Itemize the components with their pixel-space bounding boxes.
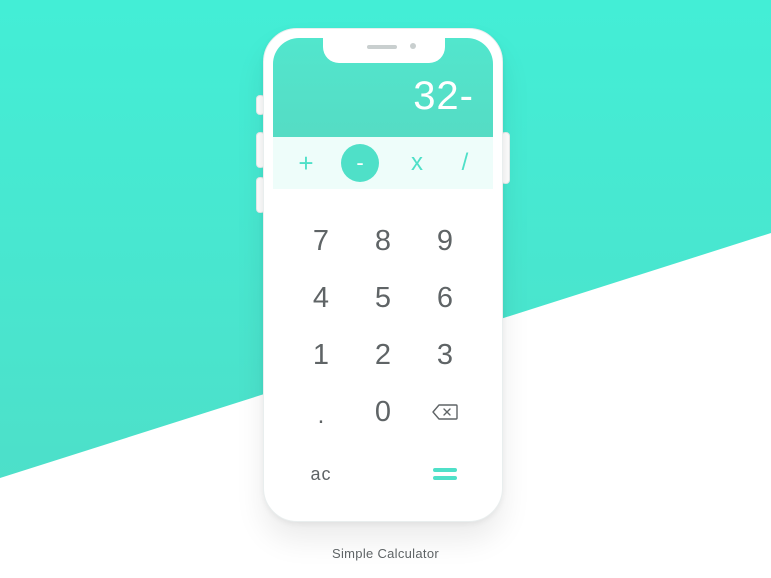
phone-power-button (502, 133, 509, 183)
plus-button[interactable]: + (286, 137, 326, 189)
caption-text: Simple Calculator (332, 546, 439, 561)
equals-icon (433, 468, 457, 480)
minus-button[interactable]: - (340, 137, 380, 189)
digit-1-button[interactable]: 1 (301, 335, 341, 375)
calculator-screen: 32- + - x / 7 8 9 4 5 6 1 2 3 . 0 ac (273, 38, 493, 512)
digit-2-button[interactable]: 2 (363, 335, 403, 375)
camera-icon (410, 43, 416, 49)
calculator-display: 32- (273, 38, 493, 137)
backspace-button[interactable] (425, 392, 465, 432)
display-value: 32- (413, 74, 474, 118)
digit-0-button[interactable]: 0 (363, 392, 403, 432)
multiply-button[interactable]: x (397, 137, 437, 189)
speaker-icon (367, 45, 397, 49)
clear-button[interactable]: ac (301, 454, 341, 494)
divide-button[interactable]: / (445, 137, 485, 189)
digit-8-button[interactable]: 8 (363, 221, 403, 261)
digit-7-button[interactable]: 7 (301, 221, 341, 261)
phone-notch (323, 38, 445, 63)
digit-9-button[interactable]: 9 (425, 221, 465, 261)
decimal-point-button[interactable]: . (301, 392, 341, 432)
digit-5-button[interactable]: 5 (363, 278, 403, 318)
digit-3-button[interactable]: 3 (425, 335, 465, 375)
backspace-icon (432, 404, 458, 420)
digit-6-button[interactable]: 6 (425, 278, 465, 318)
operator-row: + - x / (273, 137, 493, 189)
digit-4-button[interactable]: 4 (301, 278, 341, 318)
minus-button-label: - (341, 144, 379, 182)
equals-button[interactable] (425, 454, 465, 494)
